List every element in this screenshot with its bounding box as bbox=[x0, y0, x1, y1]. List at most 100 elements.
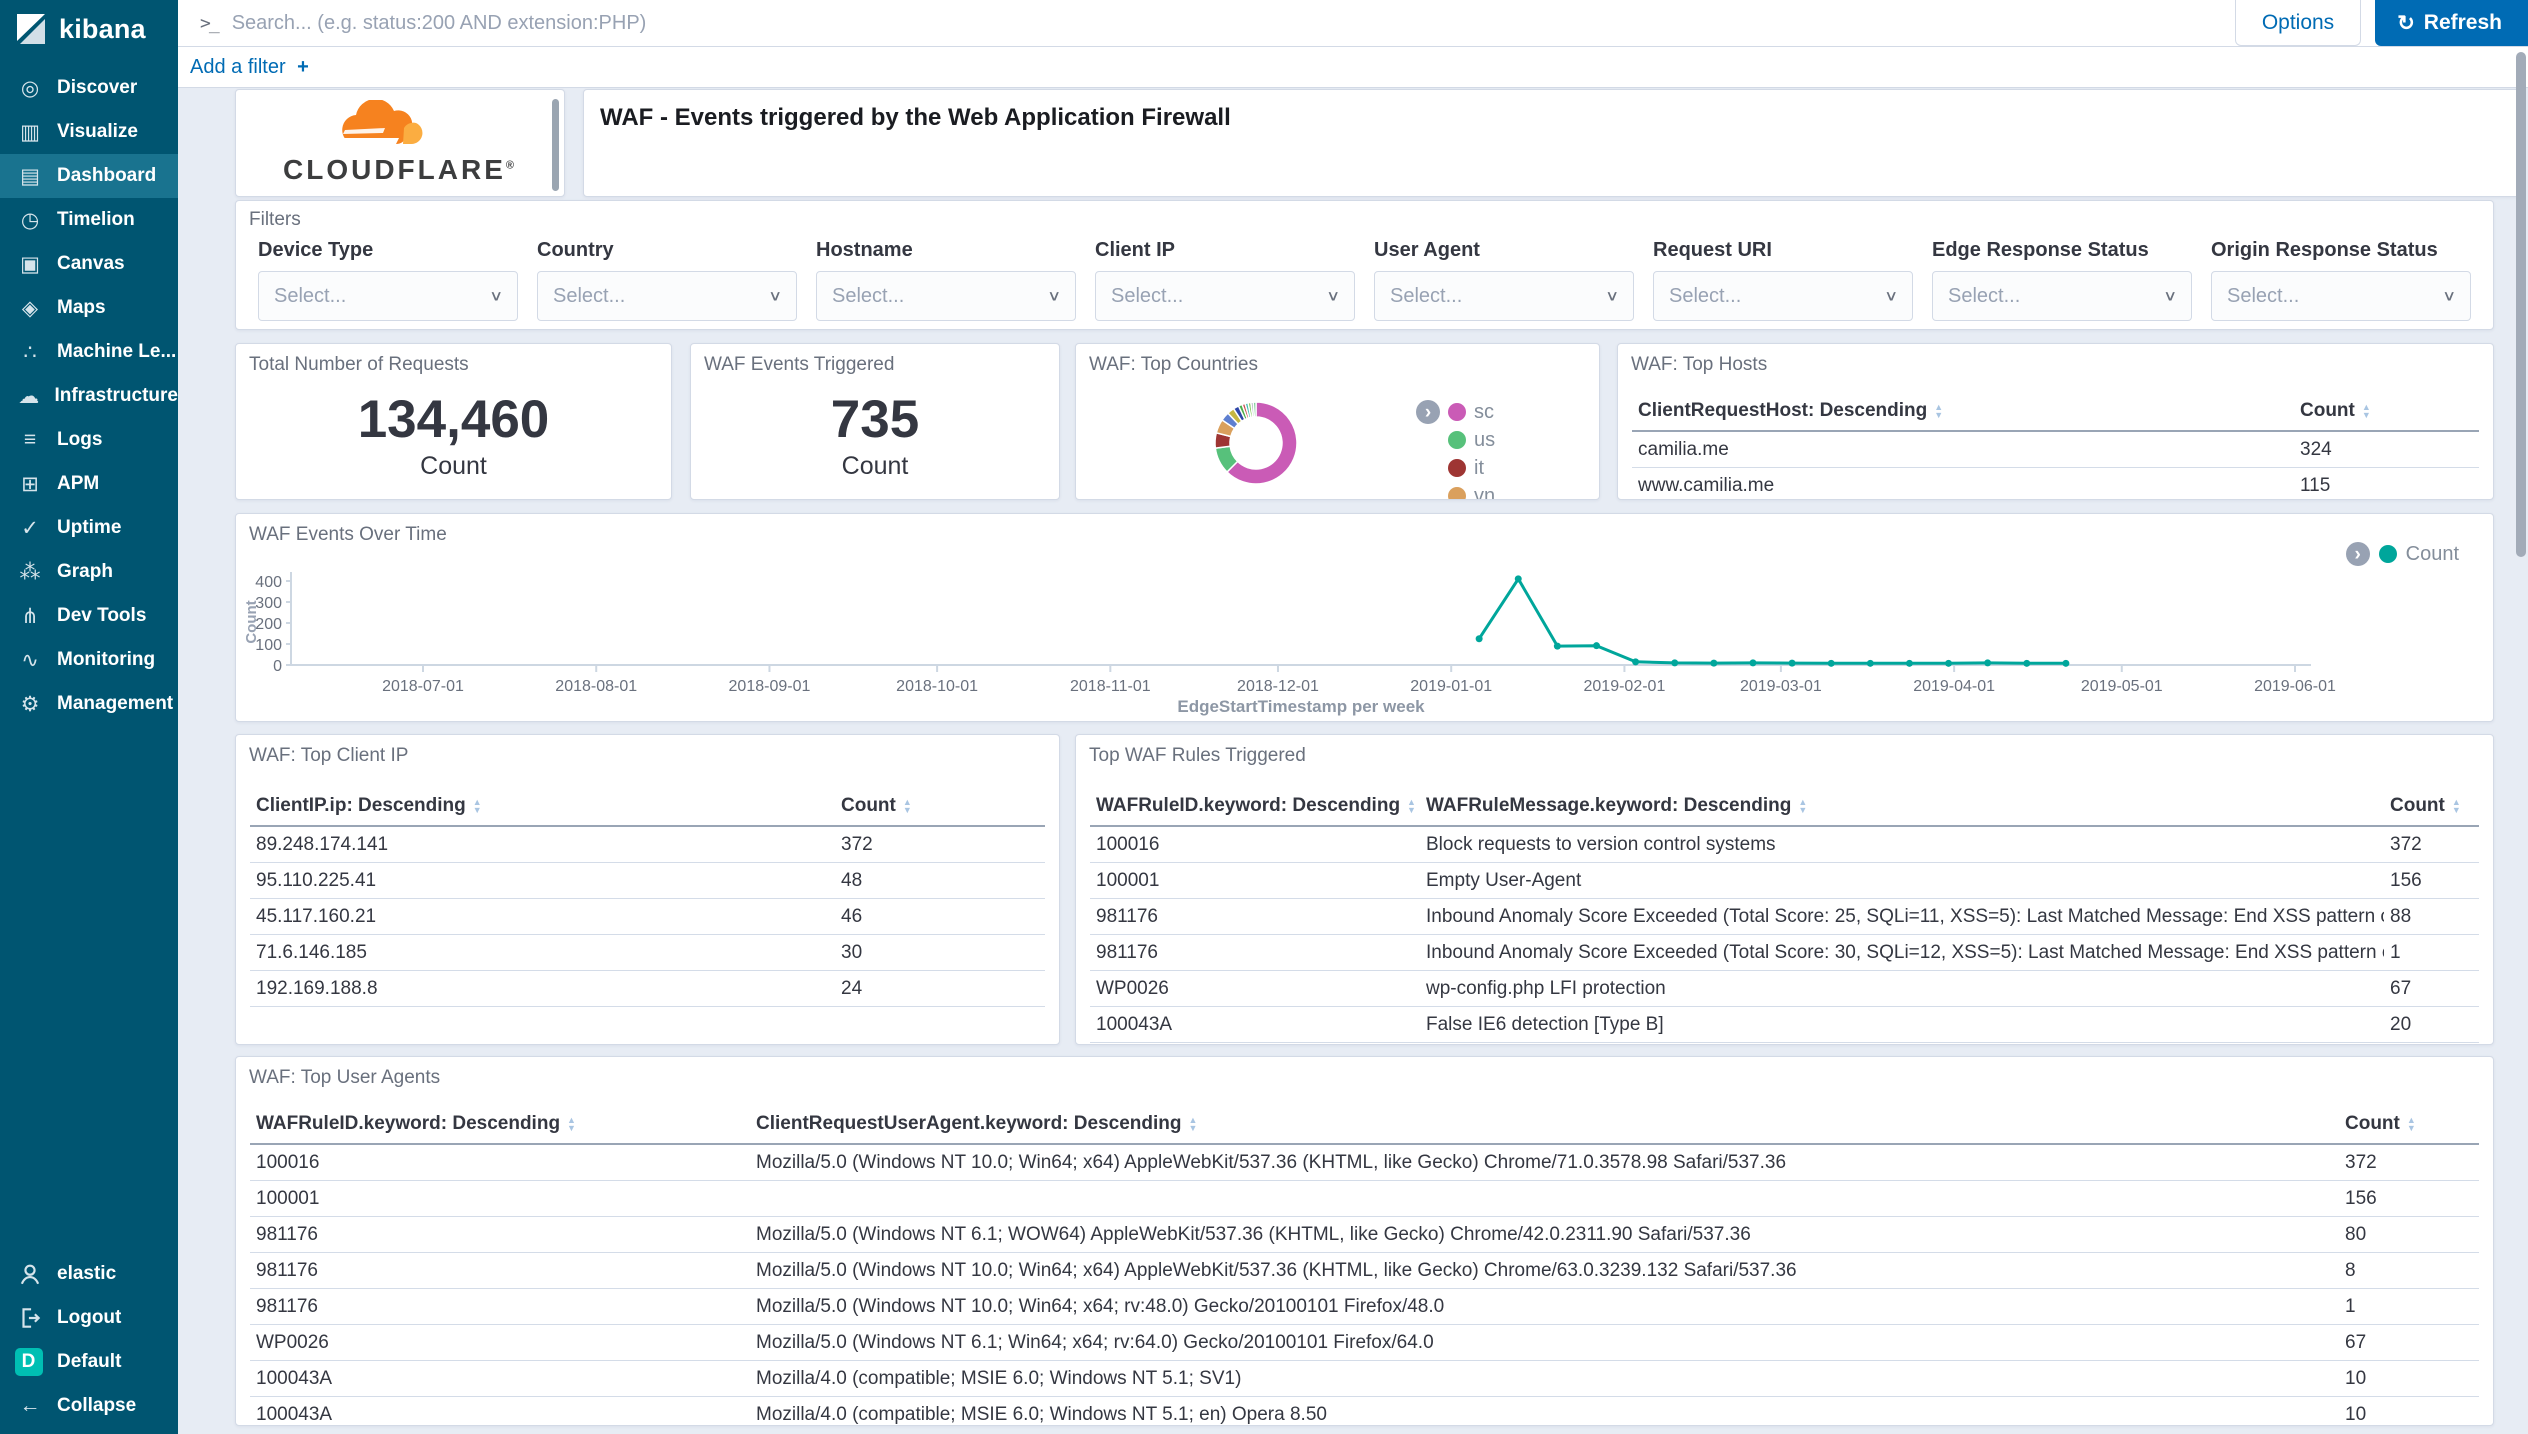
data-point[interactable] bbox=[1710, 660, 1717, 667]
data-point[interactable] bbox=[1867, 660, 1874, 667]
panel-waf-events-triggered: WAF Events Triggered 735 Count bbox=[690, 343, 1060, 500]
options-button[interactable]: Options bbox=[2235, 0, 2361, 46]
table-cell: www.camilia.me bbox=[1632, 468, 2294, 501]
table-row: 100001Empty User-Agent156 bbox=[1090, 863, 2479, 899]
sidebar-item-canvas[interactable]: ▣Canvas bbox=[0, 242, 178, 286]
data-point[interactable] bbox=[1984, 659, 1991, 666]
sidebar-item-visualize[interactable]: ▥Visualize bbox=[0, 110, 178, 154]
sort-icon: ▲▼ bbox=[1934, 403, 1943, 419]
page-scrollbar[interactable] bbox=[2516, 52, 2526, 557]
sidebar-item-machine-learning[interactable]: ∴Machine Le... bbox=[0, 330, 178, 374]
sort-icon: ▲▼ bbox=[473, 798, 482, 814]
select-placeholder: Select... bbox=[2227, 285, 2299, 308]
column-header[interactable]: ClientRequestHost: Descending▲▼ bbox=[1632, 394, 2294, 431]
filter-select-country[interactable]: Select...∨ bbox=[537, 271, 797, 321]
sort-icon: ▲▼ bbox=[1798, 798, 1807, 814]
svg-text:2019-03-01: 2019-03-01 bbox=[1740, 678, 1822, 695]
filter-select-origin-response-status[interactable]: Select... ∨ bbox=[2211, 271, 2471, 321]
sidebar-item-label: Management bbox=[57, 693, 173, 715]
data-point[interactable] bbox=[1554, 643, 1561, 650]
column-header[interactable]: Count▲▼ bbox=[2339, 1107, 2479, 1144]
sidebar-item-logout[interactable]: Logout bbox=[0, 1296, 178, 1340]
panel-scrollbar[interactable] bbox=[552, 99, 559, 191]
filter-select-hostname[interactable]: Select...∨ bbox=[816, 271, 1076, 321]
legend-item-us[interactable]: us bbox=[1416, 426, 1495, 454]
sidebar-item-logs[interactable]: ≡Logs bbox=[0, 418, 178, 462]
refresh-icon: ↻ bbox=[2397, 11, 2415, 36]
table-cell: 10 bbox=[2339, 1397, 2479, 1427]
sidebar-item-maps[interactable]: ◈Maps bbox=[0, 286, 178, 330]
table-cell: 89.248.174.141 bbox=[250, 826, 835, 863]
sidebar-item-user[interactable]: elastic bbox=[0, 1252, 178, 1296]
column-header[interactable]: WAFRuleID.keyword: Descending▲▼ bbox=[250, 1107, 750, 1144]
table-row: 100001156 bbox=[250, 1181, 2479, 1217]
logout-label: Logout bbox=[57, 1307, 121, 1329]
filter-select-client-ip[interactable]: Select...∨ bbox=[1095, 271, 1355, 321]
kibana-logo[interactable]: kibana bbox=[0, 0, 178, 58]
sidebar-item-monitoring[interactable]: ∿Monitoring bbox=[0, 638, 178, 682]
data-point[interactable] bbox=[1515, 575, 1522, 582]
search-input[interactable] bbox=[218, 12, 2235, 35]
sidebar-item-dev-tools[interactable]: ⋔Dev Tools bbox=[0, 594, 178, 638]
table-cell: 20 bbox=[2384, 1007, 2479, 1043]
sidebar-item-management[interactable]: ⚙Management bbox=[0, 682, 178, 726]
table-cell: 100043A bbox=[250, 1361, 750, 1397]
table-cell: 981176 bbox=[1090, 935, 1420, 971]
data-point[interactable] bbox=[2062, 660, 2069, 667]
table-cell: Mozilla/5.0 (Windows NT 6.1; Win64; x64;… bbox=[750, 1325, 2339, 1361]
filter-select-device-type[interactable]: Select...∨ bbox=[258, 271, 518, 321]
data-point[interactable] bbox=[2023, 660, 2030, 667]
filter-select-edge-response-status[interactable]: Select...∨ bbox=[1932, 271, 2192, 321]
column-header[interactable]: Count▲▼ bbox=[2294, 394, 2479, 431]
column-header[interactable]: WAFRuleMessage.keyword: Descending▲▼ bbox=[1420, 789, 2384, 826]
filters-row: Device TypeSelect...∨CountrySelect...∨Ho… bbox=[258, 239, 2471, 321]
table-cell: 88 bbox=[2384, 899, 2479, 935]
data-point[interactable] bbox=[1749, 659, 1756, 666]
legend-item-sc[interactable]: ›sc bbox=[1416, 398, 1495, 426]
sidebar-item-space-default[interactable]: D Default bbox=[0, 1340, 178, 1384]
table-cell: Block requests to version control system… bbox=[1420, 826, 2384, 863]
sidebar-item-compass[interactable]: ◎Discover bbox=[0, 66, 178, 110]
data-point[interactable] bbox=[1945, 660, 1952, 667]
panel-title: WAF: Top Client IP bbox=[236, 735, 1059, 767]
data-point[interactable] bbox=[1476, 635, 1483, 642]
sidebar-item-collapse[interactable]: ← Collapse bbox=[0, 1384, 178, 1428]
legend-collapse-icon[interactable]: › bbox=[1416, 400, 1440, 424]
sidebar-item-infrastructure[interactable]: ☁Infrastructure bbox=[0, 374, 178, 418]
column-header[interactable]: Count▲▼ bbox=[835, 789, 1045, 826]
legend-item-it[interactable]: it bbox=[1416, 454, 1495, 482]
countries-donut bbox=[1076, 344, 1600, 500]
plus-icon: + bbox=[297, 56, 309, 78]
apm-icon: ⊞ bbox=[16, 472, 44, 497]
data-point[interactable] bbox=[1828, 660, 1835, 667]
sidebar-item-timelion[interactable]: ◷Timelion bbox=[0, 198, 178, 242]
table-cell bbox=[750, 1181, 2339, 1217]
add-filter-link[interactable]: Add a filter + bbox=[190, 56, 309, 79]
column-header[interactable]: ClientIP.ip: Descending▲▼ bbox=[250, 789, 835, 826]
donut-slice-other[interactable] bbox=[1253, 402, 1256, 417]
sidebar-item-uptime[interactable]: ✓Uptime bbox=[0, 506, 178, 550]
chevron-down-icon: ∨ bbox=[2442, 287, 2456, 304]
column-header[interactable]: WAFRuleID.keyword: Descending▲▼ bbox=[1090, 789, 1420, 826]
refresh-button[interactable]: ↻ Refresh bbox=[2375, 0, 2528, 46]
column-header[interactable]: ClientRequestUserAgent.keyword: Descendi… bbox=[750, 1107, 2339, 1144]
sidebar-item-dashboard[interactable]: ▤Dashboard bbox=[0, 154, 178, 198]
data-point[interactable] bbox=[1632, 658, 1639, 665]
data-point[interactable] bbox=[1593, 642, 1600, 649]
table-row: 981176Mozilla/5.0 (Windows NT 10.0; Win6… bbox=[250, 1289, 2479, 1325]
data-point[interactable] bbox=[1789, 660, 1796, 667]
legend-dot bbox=[1448, 487, 1466, 500]
table-cell: 981176 bbox=[1090, 899, 1420, 935]
column-header[interactable]: Count▲▼ bbox=[2384, 789, 2479, 826]
sidebar-item-apm[interactable]: ⊞APM bbox=[0, 462, 178, 506]
table-cell: 372 bbox=[835, 826, 1045, 863]
legend-item-vn[interactable]: vn bbox=[1416, 482, 1495, 500]
filter-select-user-agent[interactable]: Select...∨ bbox=[1374, 271, 1634, 321]
legend-collapse-icon[interactable]: › bbox=[2346, 542, 2370, 566]
data-point[interactable] bbox=[1671, 659, 1678, 666]
filter-select-request-uri[interactable]: Select...∨ bbox=[1653, 271, 1913, 321]
sidebar-item-graph[interactable]: ⁂Graph bbox=[0, 550, 178, 594]
legend-label[interactable]: Count bbox=[2406, 543, 2459, 566]
table-row: 981176Inbound Anomaly Score Exceeded (To… bbox=[1090, 899, 2479, 935]
data-point[interactable] bbox=[1906, 660, 1913, 667]
